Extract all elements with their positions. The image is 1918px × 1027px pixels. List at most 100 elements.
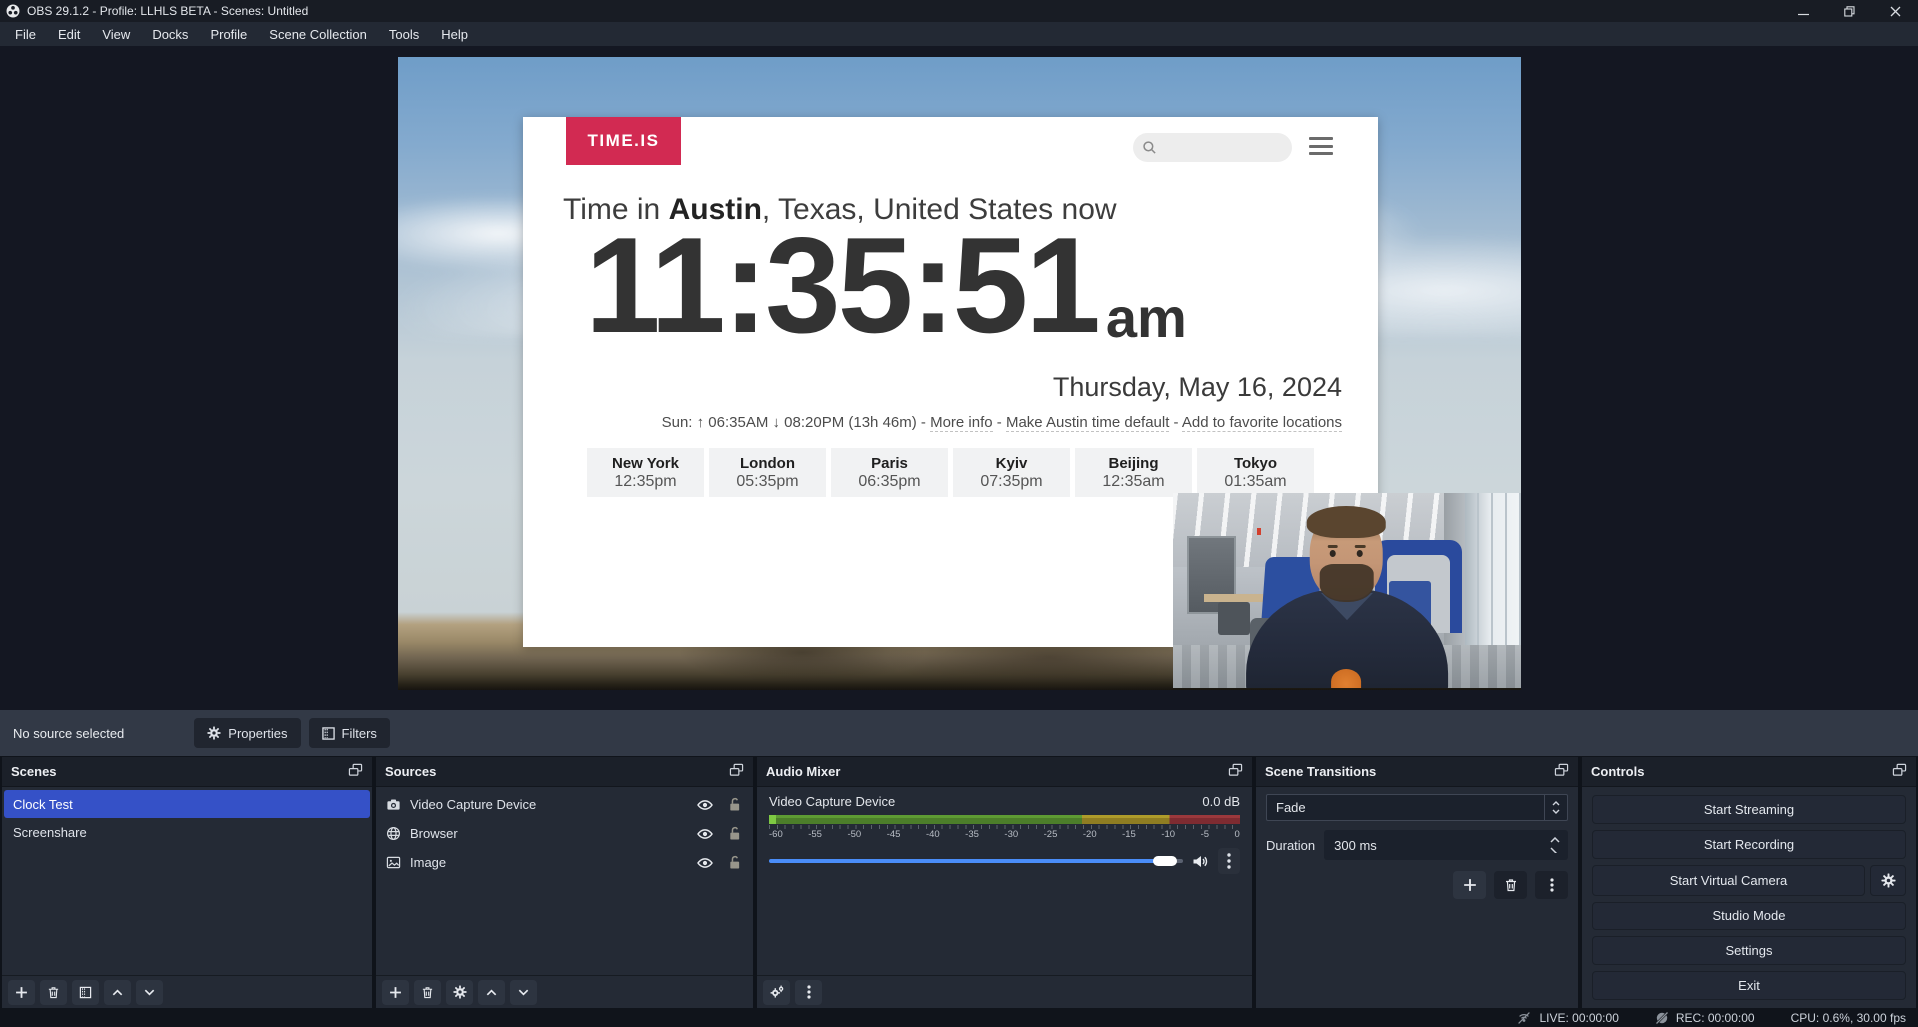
timeis-clock: 11:35:51 am (585, 217, 1187, 353)
preview-canvas[interactable]: TIME.IS Time in Austin, Texas, United St… (398, 57, 1521, 690)
menu-view[interactable]: View (91, 23, 141, 46)
properties-button[interactable]: Properties (194, 718, 300, 748)
gear-icon (207, 726, 221, 740)
scene-item-clock-test[interactable]: Clock Test (4, 790, 370, 818)
status-bar: LIVE: 00:00:00 REC: 00:00:00 CPU: 0.6%, … (0, 1008, 1918, 1027)
speaker-icon[interactable] (1192, 854, 1209, 869)
source-item-image[interactable]: Image (376, 848, 753, 877)
advanced-audio-button[interactable] (763, 980, 790, 1005)
start-streaming-button[interactable]: Start Streaming (1592, 795, 1906, 824)
menu-tools[interactable]: Tools (378, 23, 430, 46)
clock-meridiem: am (1106, 290, 1187, 346)
timeis-sun-line: Sun: ↑ 06:35AM ↓ 08:20PM (13h 46m) - Mor… (662, 414, 1342, 431)
make-default-link: Make Austin time default (1006, 414, 1169, 432)
source-properties-button[interactable] (446, 980, 473, 1005)
add-transition-button[interactable] (1453, 871, 1486, 899)
transition-select[interactable]: Fade (1266, 794, 1568, 821)
clock-time: 11:35:51 (585, 217, 1098, 353)
webcam-overlay[interactable] (1173, 493, 1521, 688)
spin-up-icon[interactable] (1550, 837, 1560, 843)
scene-item-screenshare[interactable]: Screenshare (4, 818, 370, 846)
source-move-up-button[interactable] (478, 980, 505, 1005)
double-gear-icon (769, 985, 785, 999)
timeis-search-box (1133, 133, 1292, 162)
cpu-status: CPU: 0.6%, 30.00 fps (1791, 1011, 1906, 1025)
menu-help[interactable]: Help (430, 23, 479, 46)
popout-icon[interactable] (729, 763, 744, 780)
scenes-title: Scenes (11, 764, 57, 779)
virtual-camera-settings-button[interactable] (1870, 865, 1906, 896)
settings-button[interactable]: Settings (1592, 936, 1906, 965)
popout-icon[interactable] (1554, 763, 1569, 780)
visibility-eye-icon[interactable] (697, 856, 713, 870)
source-move-down-button[interactable] (510, 980, 537, 1005)
popout-icon[interactable] (348, 763, 363, 780)
selection-status: No source selected (13, 726, 124, 741)
source-item-video-capture[interactable]: Video Capture Device (376, 790, 753, 819)
visibility-eye-icon[interactable] (697, 827, 713, 841)
restore-button[interactable] (1826, 0, 1872, 22)
lock-icon[interactable] (728, 797, 741, 812)
menu-file[interactable]: File (4, 23, 47, 46)
mixer-channel-name: Video Capture Device (769, 794, 895, 809)
close-button[interactable] (1872, 0, 1918, 22)
timeis-logo: TIME.IS (566, 117, 681, 165)
remove-transition-button[interactable] (1494, 871, 1527, 899)
world-cities-row: New York12:35pm London05:35pm Paris06:35… (523, 448, 1378, 497)
city-tile: New York12:35pm (587, 448, 704, 497)
more-info-link: More info (930, 414, 993, 432)
controls-panel: Controls Start Streaming Start Recording… (1582, 757, 1916, 1008)
lock-icon[interactable] (728, 826, 741, 841)
scene-transitions-panel: Scene Transitions Fade Duration 300 ms (1256, 757, 1578, 1008)
combo-arrows-icon[interactable] (1544, 795, 1567, 820)
volume-slider[interactable] (769, 855, 1183, 867)
obs-logo-icon (6, 4, 20, 18)
source-item-browser[interactable]: Browser (376, 819, 753, 848)
menu-docks[interactable]: Docks (141, 23, 199, 46)
lock-icon[interactable] (728, 855, 741, 870)
city-tile: Paris06:35pm (831, 448, 948, 497)
add-favorite-link: Add to favorite locations (1182, 414, 1342, 432)
visibility-eye-icon[interactable] (697, 798, 713, 812)
menu-scene-collection[interactable]: Scene Collection (258, 23, 378, 46)
menu-profile[interactable]: Profile (199, 23, 258, 46)
studio-mode-button[interactable]: Studio Mode (1592, 902, 1906, 931)
live-status: LIVE: 00:00:00 (1516, 1011, 1618, 1025)
transitions-title: Scene Transitions (1265, 764, 1376, 779)
city-tile: Kyiv07:35pm (953, 448, 1070, 497)
duration-spinbox[interactable]: 300 ms (1324, 830, 1568, 860)
volume-slider-handle[interactable] (1153, 856, 1177, 866)
add-source-button[interactable] (382, 980, 409, 1005)
exit-button[interactable]: Exit (1592, 971, 1906, 1000)
scene-move-up-button[interactable] (104, 980, 131, 1005)
filters-icon (322, 727, 335, 740)
filters-button[interactable]: Filters (309, 718, 390, 748)
mixer-channel-menu-button[interactable] (1218, 848, 1240, 874)
start-virtual-camera-button[interactable]: Start Virtual Camera (1592, 865, 1865, 896)
title-bar: OBS 29.1.2 - Profile: LLHLS BETA - Scene… (0, 0, 1918, 22)
search-icon (1142, 140, 1157, 155)
gear-icon (453, 985, 467, 999)
popout-icon[interactable] (1892, 763, 1907, 780)
remove-source-button[interactable] (414, 980, 441, 1005)
timeis-date: Thursday, May 16, 2024 (1053, 372, 1342, 403)
sources-panel: Sources Video Capture Device Browser Ima… (376, 757, 753, 1008)
hamburger-menu-icon (1309, 137, 1333, 155)
scene-move-down-button[interactable] (136, 980, 163, 1005)
add-scene-button[interactable] (8, 980, 35, 1005)
transition-properties-button[interactable] (1535, 871, 1568, 899)
controls-title: Controls (1591, 764, 1644, 779)
menu-edit[interactable]: Edit (47, 23, 91, 46)
mixer-menu-button[interactable] (795, 980, 822, 1005)
minimize-button[interactable] (1780, 0, 1826, 22)
gear-icon (1881, 873, 1896, 888)
start-recording-button[interactable]: Start Recording (1592, 830, 1906, 859)
city-tile: London05:35pm (709, 448, 826, 497)
remove-scene-button[interactable] (40, 980, 67, 1005)
menu-bar: File Edit View Docks Profile Scene Colle… (0, 22, 1918, 46)
meter-scale: -60-55-50-45-40-35-30-25-20-15-10-50 (769, 829, 1240, 840)
spin-down-icon[interactable] (1550, 847, 1560, 853)
popout-icon[interactable] (1228, 763, 1243, 780)
sources-title: Sources (385, 764, 436, 779)
scene-filters-button[interactable] (72, 980, 99, 1005)
